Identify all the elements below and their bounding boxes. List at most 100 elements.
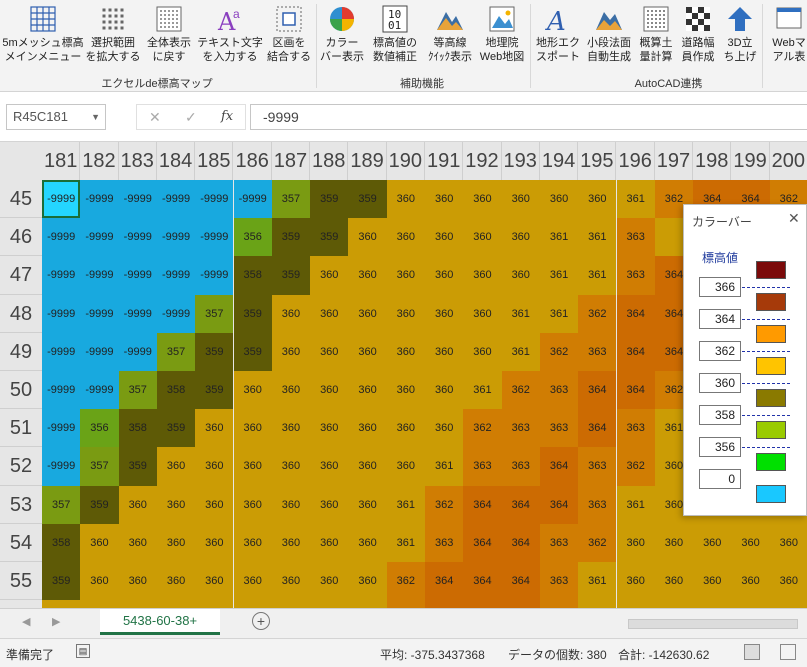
grid-cell[interactable]: -9999 [118,218,157,257]
grid-cell[interactable]: 360 [731,600,770,608]
color-swatch[interactable] [756,261,786,279]
grid-cell[interactable]: -9999 [42,218,81,257]
grid-cell[interactable]: 363 [539,409,579,448]
color-swatch[interactable] [756,453,786,471]
scroll-left-icon[interactable]: ◀ [22,615,30,628]
grid-cell[interactable]: 360 [386,332,425,371]
close-icon[interactable]: ✕ [788,210,800,227]
grid-cell[interactable]: 360 [156,523,196,562]
column-header[interactable]: 196 [616,142,655,180]
grid-cell[interactable]: 360 [616,523,655,562]
grid-cell[interactable]: 361 [539,294,579,333]
grid-cell[interactable]: 359 [271,218,311,257]
row-header[interactable]: 51 [0,409,42,448]
row-header[interactable]: 49 [0,332,42,371]
grid-cell[interactable]: 360 [156,600,196,608]
ribbon-button-color-pie[interactable]: カラー バー表示 [318,2,366,70]
grid-cell[interactable]: 360 [425,294,464,333]
grid-cell[interactable]: 359 [233,332,272,371]
grid-cell[interactable]: 363 [425,523,464,562]
color-swatch[interactable] [756,421,786,439]
column-header[interactable]: 186 [233,142,272,180]
grid-cell[interactable]: 362 [501,371,540,410]
grid-cell[interactable]: -9999 [80,294,119,333]
grid-cell[interactable]: 362 [539,332,579,371]
grid-cell[interactable]: -9999 [195,180,234,219]
normal-view-icon[interactable] [744,644,760,660]
grid-cell[interactable]: -9999 [42,294,81,333]
grid-cell[interactable]: 360 [233,600,272,608]
grid-cell[interactable]: 360 [310,447,349,486]
column-header[interactable]: 200 [769,142,807,180]
grid-cell[interactable]: 360 [731,562,770,601]
name-box[interactable]: R45C181 ▼ [6,104,106,130]
column-header[interactable]: 191 [425,142,464,180]
grid-cell[interactable]: 363 [578,447,617,486]
grid-cell[interactable]: 360 [348,485,387,524]
grid-cell[interactable]: 363 [616,218,655,257]
grid-cell[interactable]: -9999 [42,371,81,410]
grid-cell[interactable]: -9999 [42,409,81,448]
grid-cell[interactable]: 364 [463,600,502,608]
grid-cell[interactable]: 363 [501,447,540,486]
grid-cell[interactable]: 362 [425,485,464,524]
grid-cell[interactable]: 360 [386,409,425,448]
horizontal-scrollbar[interactable] [628,619,798,629]
grid-cell[interactable]: 360 [310,562,349,601]
grid-cell[interactable]: 364 [578,371,617,410]
column-header[interactable]: 193 [501,142,540,180]
grid-cell[interactable]: 359 [310,218,349,257]
grid-cell[interactable]: -9999 [118,256,157,295]
grid-cell[interactable]: 360 [233,371,272,410]
grid-cell[interactable]: 360 [348,371,387,410]
grid-cell[interactable]: 362 [463,409,502,448]
grid-cell[interactable]: 363 [578,332,617,371]
grid-cell[interactable]: 364 [616,294,655,333]
grid-cell[interactable]: 361 [539,256,579,295]
grid-cell[interactable]: 360 [425,371,464,410]
grid-cell[interactable]: 360 [654,562,694,601]
grid-cell[interactable]: 360 [42,600,81,608]
grid-cell[interactable]: 360 [348,600,387,608]
grid-cell[interactable]: 360 [769,600,807,608]
grid-cell[interactable]: 360 [348,332,387,371]
ribbon-button-mesh-grid[interactable]: 5mメッシュ標高 メインメニュー [2,2,84,70]
threshold-input[interactable]: 0 [699,469,741,489]
grid-cell[interactable]: 360 [271,523,311,562]
grid-cell[interactable]: 357 [118,371,157,410]
grid-cell[interactable]: 360 [501,180,540,219]
grid-cell[interactable]: 360 [501,218,540,257]
grid-cell[interactable]: 364 [501,523,540,562]
grid-cell[interactable]: 360 [463,332,502,371]
column-header[interactable]: 184 [156,142,196,180]
column-header[interactable]: 197 [654,142,694,180]
grid-cell[interactable]: 358 [233,256,272,295]
grid-cell[interactable]: 360 [578,180,617,219]
grid-cell[interactable]: 361 [578,562,617,601]
grid-cell[interactable]: 360 [386,218,425,257]
grid-cell[interactable]: 360 [310,371,349,410]
grid-cell[interactable]: 360 [195,485,234,524]
grid-cell[interactable]: 360 [233,485,272,524]
grid-cell[interactable]: 361 [578,600,617,608]
grid-cell[interactable]: 361 [501,332,540,371]
grid-cell[interactable]: 360 [693,600,732,608]
ribbon-button-full-grid[interactable]: 全体表示 に戻す [142,2,196,70]
grid-cell[interactable]: 361 [616,180,655,219]
ribbon-button-contour-mountain[interactable]: 等高線 ｸｲｯｸ表示 [424,2,476,70]
grid-cell[interactable]: 356 [80,409,119,448]
grid-cell[interactable]: 360 [463,218,502,257]
grid-cell[interactable]: 360 [271,371,311,410]
add-sheet-icon[interactable]: + [252,612,270,630]
formula-input[interactable]: -9999 [250,104,807,130]
grid-cell[interactable]: -9999 [118,180,157,219]
grid-cell[interactable]: 360 [386,256,425,295]
grid-cell[interactable]: 362 [386,600,425,608]
grid-cell[interactable]: 360 [118,600,157,608]
ribbon-button-binary-number[interactable]: 10 01 標高値の 数値補正 [366,2,424,70]
grid-cell[interactable]: 360 [463,294,502,333]
grid-cell[interactable]: 357 [271,180,311,219]
grid-cell[interactable]: 364 [501,485,540,524]
column-header[interactable]: 192 [463,142,502,180]
grid-cell[interactable]: -9999 [80,218,119,257]
